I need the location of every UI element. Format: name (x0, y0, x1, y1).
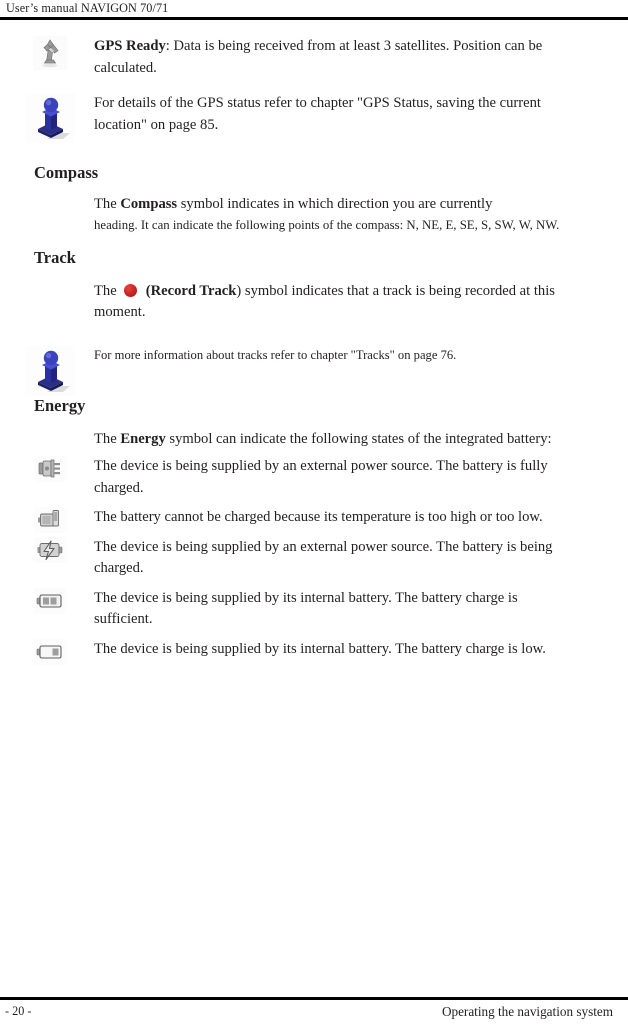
energy-intro-text: The Energy symbol can indicate the follo… (94, 429, 564, 451)
info-pawn-icon (25, 345, 75, 396)
energy-intro: The Energy symbol can indicate the follo… (0, 429, 628, 451)
energy-state-icon-cell (22, 456, 78, 500)
energy-intro-post: symbol can indicate the following states… (165, 430, 552, 447)
track-note-text: For more information about tracks refer … (94, 347, 457, 362)
footer-chapter-title: Operating the navigation system (441, 1004, 613, 1019)
battery-charging-icon (34, 536, 66, 563)
header-rule (0, 17, 628, 20)
energy-state-text: The device is being supplied by its inte… (94, 640, 546, 657)
energy-intro-pre: The (94, 430, 121, 447)
page-content: GPS Ready: Data is being received from a… (0, 36, 628, 665)
page-header: User’s manual NAVIGON 70/71 (0, 0, 628, 20)
energy-state-text: The device is being supplied by an exter… (94, 538, 553, 577)
gps-ready-lead-bold: GPS Ready (94, 38, 166, 54)
energy-state-row: The device is being supplied by its inte… (0, 587, 628, 632)
document-page: User’s manual NAVIGON 70/71 GPS Ready: D… (0, 0, 628, 1031)
battery-low-icon (34, 638, 66, 665)
track-body: The (Record Track) symbol indicates that … (0, 281, 628, 324)
track-paren-group: (Record Track (146, 283, 237, 299)
gps-ready-text: GPS Ready: Data is being received from a… (94, 36, 564, 79)
gps-note-icon-cell (22, 93, 78, 143)
energy-state-text: The device is being supplied by its inte… (94, 589, 518, 628)
compass-line1-pre: The (94, 196, 121, 212)
compass-line1-post: symbol indicates in which direction you … (177, 196, 493, 212)
info-pawn-icon (25, 93, 75, 143)
energy-state-row: The device is being supplied by its inte… (0, 638, 628, 665)
energy-intro-bold: Energy (120, 430, 166, 447)
heading-energy: Energy (34, 395, 86, 415)
battery-temperature-fault-icon (34, 507, 66, 533)
energy-state-icon-cell (22, 536, 78, 581)
satellite-icon (33, 36, 67, 70)
gps-status-note: For details of the GPS status refer to c… (0, 93, 628, 143)
compass-line2: heading. It can indicate the following p… (94, 217, 560, 232)
track-lead: The (94, 282, 117, 299)
gps-note-text: For details of the GPS status refer to c… (94, 95, 541, 133)
energy-state-row: The device is being supplied by an exter… (0, 456, 628, 499)
compass-section: Compass (0, 162, 628, 184)
track-bold-label: Record Track (150, 282, 237, 299)
battery-sufficient-icon (34, 587, 66, 614)
track-section: Track (0, 247, 628, 269)
record-track-dot-icon (123, 283, 137, 297)
gps-ready-entry: GPS Ready: Data is being received from a… (0, 36, 628, 79)
page-footer: - 20 - Operating the navigation system (0, 997, 628, 1031)
footer-rule (0, 997, 628, 1000)
energy-state-icon-cell (22, 587, 78, 632)
compass-body: The Compass symbol indicates in which di… (0, 194, 628, 235)
track-note-icon-cell (22, 345, 78, 396)
energy-state-row: The battery cannot be charged because it… (0, 507, 628, 533)
energy-state-text: The device is being supplied by an exter… (94, 458, 548, 496)
header-title: User’s manual NAVIGON 70/71 (6, 1, 169, 15)
gps-ready-icon-cell (22, 36, 78, 80)
energy-state-icon-cell (22, 638, 78, 683)
energy-state-row: The device is being supplied by an exter… (0, 536, 628, 581)
energy-state-text: The battery cannot be charged because it… (94, 509, 543, 525)
track-note: For more information about tracks refer … (0, 345, 628, 396)
footer-page-number: - 20 - (5, 1004, 32, 1018)
compass-line1: The Compass symbol indicates in which di… (94, 194, 564, 216)
compass-line1-bold: Compass (120, 196, 178, 212)
heading-track: Track (34, 247, 76, 267)
energy-section: Energy (0, 395, 628, 417)
track-text: The (Record Track) symbol indicates that … (94, 281, 564, 324)
heading-compass: Compass (34, 163, 99, 182)
power-plug-icon (34, 456, 66, 482)
